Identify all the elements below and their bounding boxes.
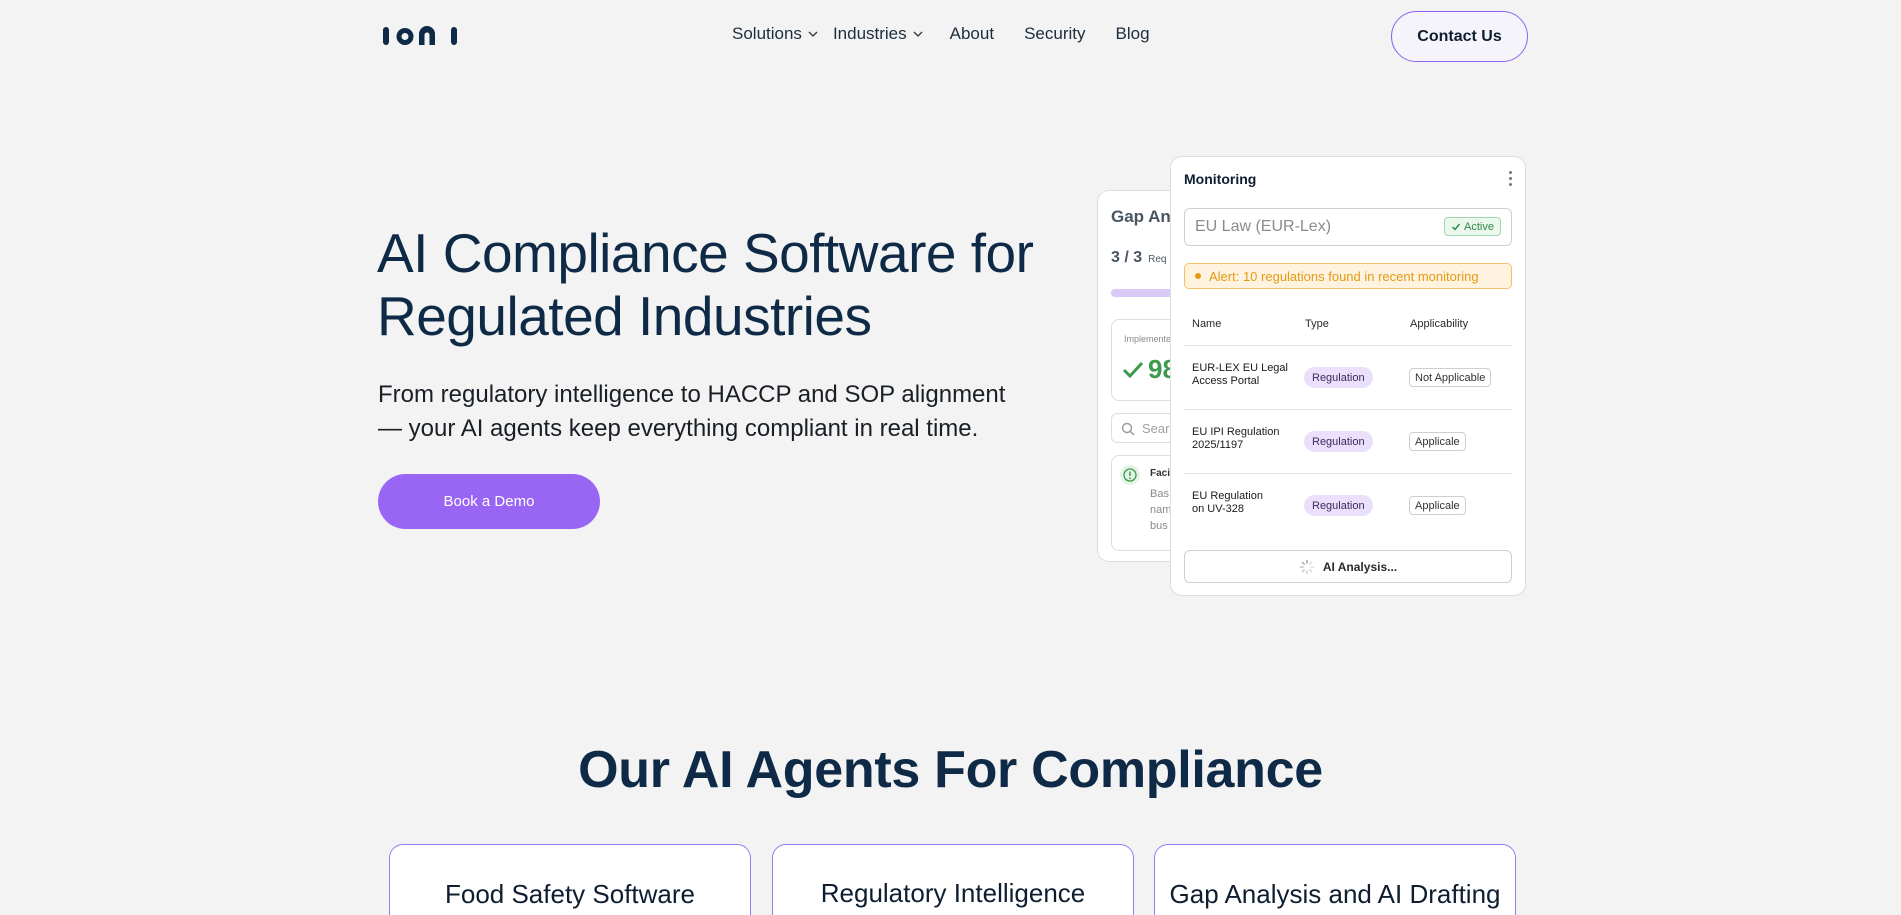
hero-subtitle-line2: — your AI agents keep everything complia…	[378, 415, 979, 442]
table-row[interactable]: EU Regulation on UV-328 Regulation Appli…	[1184, 473, 1512, 537]
column-header-type: Type	[1305, 318, 1329, 330]
agent-card-gap-analysis[interactable]: Gap Analysis and AI Drafting	[1154, 844, 1516, 915]
search-icon	[1121, 422, 1135, 436]
contact-us-button[interactable]: Contact Us	[1391, 11, 1528, 62]
book-demo-button[interactable]: Book a Demo	[378, 474, 600, 529]
agent-card-title: Regulatory Intelligence	[820, 878, 1086, 908]
row-name-line1: EU IPI Regulation	[1192, 426, 1280, 438]
loading-spinner-icon	[1299, 559, 1315, 574]
hero-subtitle: From regulatory intelligence to HACCP an…	[378, 378, 1048, 446]
row-name-line2: Access Portal	[1192, 375, 1260, 387]
agent-card-regulatory-intelligence[interactable]: Regulatory Intelligence	[772, 844, 1134, 915]
hero-subtitle-line1: From regulatory intelligence to HACCP an…	[378, 381, 1006, 408]
column-header-name: Name	[1192, 318, 1222, 330]
row-name-line1: EU Regulation	[1192, 490, 1263, 502]
row-name-line1: EUR-LEX EU Legal	[1192, 362, 1288, 374]
row-name: EUR-LEX EU Legal Access Portal	[1192, 362, 1297, 388]
hero-title: AI Compliance Software for Regulated Ind…	[377, 222, 1077, 348]
agent-card-title: Food Safety Software	[444, 879, 696, 909]
nav-solutions[interactable]: Solutions	[732, 24, 819, 44]
gap-card-count: 3 / 3 Req	[1111, 249, 1167, 267]
table-row[interactable]: EUR-LEX EU Legal Access Portal Regulatio…	[1184, 345, 1512, 409]
column-header-applicability: Applicability	[1410, 318, 1469, 330]
type-badge: Regulation	[1304, 431, 1373, 452]
gap-item-text-line: Bas	[1150, 488, 1169, 500]
gap-card-count-suffix: Req	[1148, 254, 1167, 265]
applicability-badge: Not Applicable	[1409, 368, 1492, 387]
agent-card-title: Gap Analysis and AI Drafting	[1169, 879, 1501, 909]
ai-analysis-label: AI Analysis...	[1322, 559, 1398, 574]
gap-item-text-line: bus	[1150, 520, 1168, 532]
gap-item-text-line: nam	[1150, 504, 1172, 516]
monitoring-card: Monitoring EU Law (EUR-Lex) Active Alert…	[1170, 156, 1526, 596]
chevron-down-icon	[913, 31, 923, 37]
row-name-line2: on UV-328	[1192, 503, 1244, 515]
nav-industries-label: Industries	[832, 24, 907, 43]
applicability-badge: Applicale	[1409, 496, 1466, 515]
gap-card-count-value: 3 / 3	[1111, 249, 1143, 266]
row-name: EU IPI Regulation 2025/1197	[1192, 426, 1297, 452]
alert-dot-icon	[1195, 273, 1201, 279]
info-icon	[1120, 465, 1140, 485]
row-name-line2: 2025/1197	[1192, 439, 1244, 451]
ioni-logo[interactable]	[381, 22, 459, 48]
nav-solutions-label: Solutions	[732, 24, 802, 43]
applicability-badge: Applicale	[1409, 432, 1466, 451]
top-navigation: Solutions Industries About Security Blog…	[0, 0, 1901, 74]
nav-security[interactable]: Security	[1024, 24, 1085, 44]
source-value: EU Law (EUR-Lex)	[1195, 218, 1332, 235]
check-icon	[1122, 361, 1144, 378]
hero-title-line2: Regulated Industries	[377, 285, 872, 347]
monitoring-title: Monitoring	[1184, 171, 1257, 187]
nav-about[interactable]: About	[950, 24, 994, 44]
nav-industries[interactable]: Industries	[833, 24, 924, 44]
nav-blog[interactable]: Blog	[1116, 24, 1150, 44]
ai-analysis-button[interactable]: AI Analysis...	[1184, 550, 1512, 583]
status-badge-label: Active	[1464, 220, 1494, 233]
gap-item-title: Faci	[1150, 468, 1171, 479]
agent-card-food-safety[interactable]: Food Safety Software	[389, 844, 751, 915]
more-options-icon[interactable]	[1509, 171, 1513, 186]
chevron-down-icon	[808, 31, 818, 37]
alert-text: Alert: 10 regulations found in recent mo…	[1209, 268, 1479, 284]
alert-banner: Alert: 10 regulations found in recent mo…	[1184, 263, 1512, 289]
type-badge: Regulation	[1304, 367, 1373, 388]
hero-title-line1: AI Compliance Software for	[377, 222, 1034, 284]
status-badge: Active	[1444, 217, 1501, 236]
source-field[interactable]: EU Law (EUR-Lex) Active	[1184, 208, 1512, 246]
implemented-label: Implemente	[1124, 334, 1172, 344]
implemented-value: 98	[1122, 354, 1177, 385]
table-row[interactable]: EU IPI Regulation 2025/1197 Regulation A…	[1184, 409, 1512, 473]
agents-section-title: Our AI Agents For Compliance	[578, 741, 1323, 799]
type-badge: Regulation	[1304, 495, 1373, 516]
gap-item-text: Bas nam bus	[1150, 486, 1171, 534]
check-icon	[1452, 223, 1461, 231]
row-name: EU Regulation on UV-328	[1192, 490, 1297, 516]
nav-links: Solutions Industries About Security Blog	[732, 24, 1150, 44]
